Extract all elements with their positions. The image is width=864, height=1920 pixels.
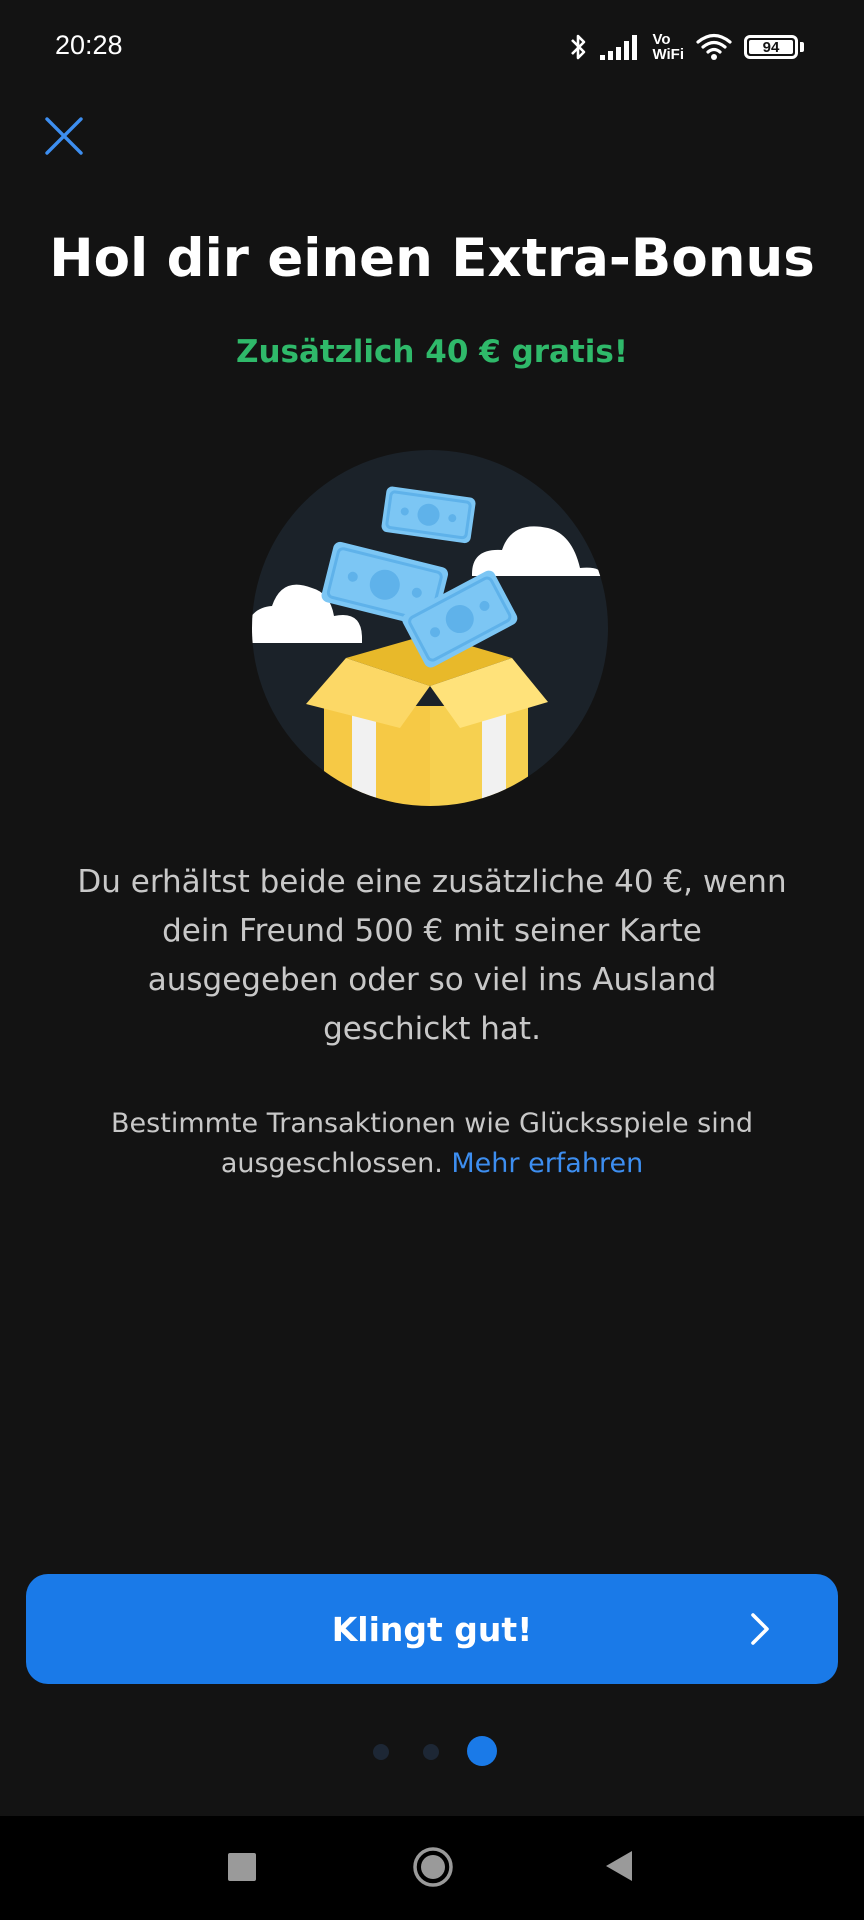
battery-level: 94 [762, 38, 780, 56]
battery-icon: 94 [744, 35, 798, 59]
close-icon [45, 117, 83, 155]
home-icon[interactable] [412, 1846, 454, 1888]
bluetooth-icon [571, 34, 586, 60]
bonus-subtitle: Zusätzlich 40 € gratis! [236, 334, 628, 370]
back-icon[interactable] [604, 1849, 634, 1883]
close-button[interactable] [36, 108, 92, 164]
bonus-description: Du erhältst beide eine zusätzliche 40 €,… [77, 864, 787, 1047]
screen: 20:28 Vo WiFi 94 Hol dir einen Extra-Bon… [0, 0, 864, 1920]
cta-label: Klingt gut! [331, 1609, 533, 1649]
page-title: Hol dir einen Extra-Bonus [49, 228, 815, 289]
sounds-good-button[interactable]: Klingt gut! [26, 1574, 838, 1684]
recent-apps-icon[interactable] [228, 1853, 256, 1881]
battery-tip [800, 42, 804, 52]
android-nav-bar [0, 1816, 864, 1920]
vo-label: Vo [652, 31, 671, 48]
status-icons: Vo WiFi 94 [568, 28, 804, 66]
page-dot-3-active[interactable] [467, 1736, 497, 1766]
page-dot-2[interactable] [423, 1744, 439, 1760]
signal-icon [600, 35, 638, 60]
more-info-link[interactable]: Mehr erfahren [451, 1148, 643, 1179]
status-time: 20:28 [55, 30, 123, 60]
page-dot-1[interactable] [373, 1744, 389, 1760]
pagination-dots [0, 1736, 864, 1766]
chevron-right-icon [751, 1613, 769, 1645]
exclusion-note: Bestimmte Transaktionen wie Glücksspiele… [60, 1104, 804, 1184]
status-bar: 20:28 Vo WiFi 94 [0, 0, 864, 96]
wifi-icon [696, 33, 732, 60]
vowifi-icon: Vo WiFi [652, 32, 684, 62]
exclusion-note-text: Bestimmte Transaktionen wie Glücksspiele… [111, 1108, 753, 1179]
gift-box-money-icon [252, 450, 608, 806]
wifi-label: WiFi [652, 46, 684, 63]
